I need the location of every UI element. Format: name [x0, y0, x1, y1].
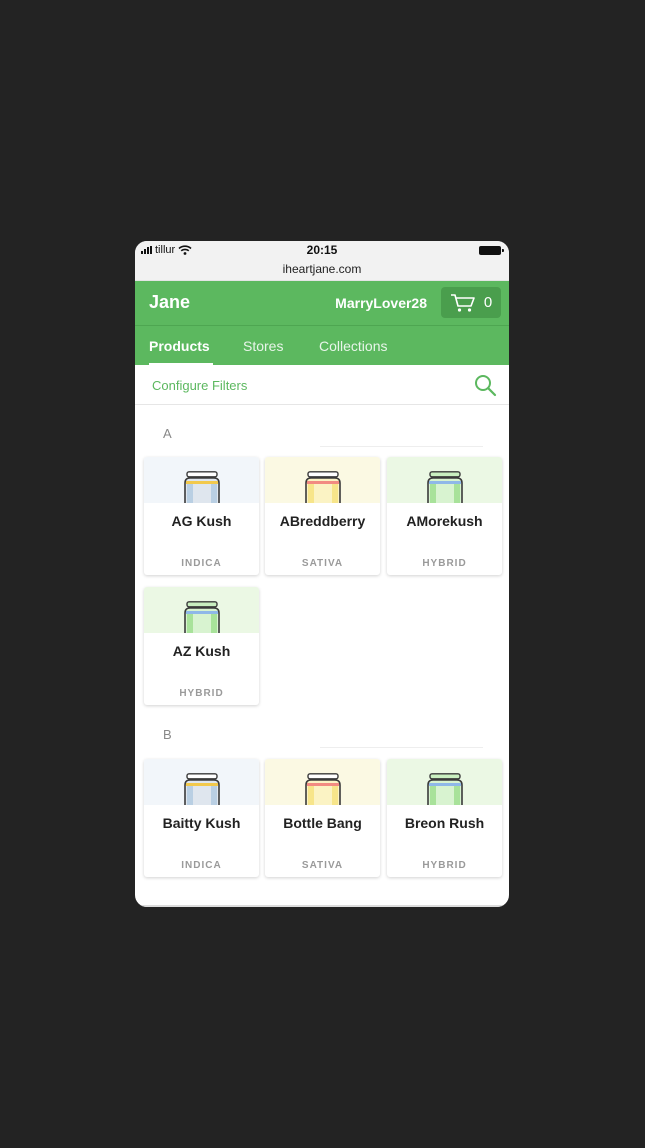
tab-bar: Products Stores Collections — [135, 325, 509, 365]
username-link[interactable]: MarryLover28 — [335, 295, 427, 311]
card-image-band — [144, 587, 259, 633]
bottom-edge — [135, 905, 509, 907]
strain-type: INDICA — [181, 860, 222, 871]
product-name: Bottle Bang — [283, 815, 362, 831]
jar-icon — [305, 471, 341, 503]
status-time: 20:15 — [306, 243, 338, 257]
strain-type: INDICA — [181, 558, 222, 569]
product-card[interactable]: AMorekush HYBRID — [387, 457, 502, 575]
brand-logo[interactable]: Jane — [149, 292, 190, 313]
status-bar: tillur 20:15 — [135, 241, 509, 260]
cart-icon — [450, 293, 475, 312]
product-card[interactable]: Breon Rush HYBRID — [387, 759, 502, 877]
configure-filters-button[interactable]: Configure Filters — [152, 378, 247, 393]
tab-stores[interactable]: Stores — [243, 338, 283, 354]
product-name: Baitty Kush — [162, 815, 241, 831]
product-card[interactable]: AZ Kush HYBRID — [144, 587, 259, 705]
strain-type: HYBRID — [179, 688, 224, 699]
product-name: Breon Rush — [404, 815, 485, 831]
card-image-band — [387, 759, 502, 805]
app-header: Jane MarryLover28 0 — [135, 281, 509, 325]
product-card[interactable]: Bottle Bang SATIVA — [265, 759, 380, 877]
strain-type: HYBRID — [422, 558, 467, 569]
battery-icon — [479, 246, 504, 255]
section-letter-a: A — [163, 426, 172, 441]
section-divider — [320, 747, 483, 748]
jar-icon — [427, 471, 463, 503]
filter-bar: Configure Filters — [135, 365, 509, 405]
jar-icon — [184, 601, 220, 633]
jar-icon — [427, 773, 463, 805]
search-icon[interactable] — [473, 373, 497, 397]
section-divider — [320, 446, 483, 447]
phone-frame: tillur 20:15 iheartjane.com Jane MarryLo… — [135, 241, 509, 907]
product-name: AZ Kush — [172, 643, 231, 659]
section-letter-b: B — [163, 727, 172, 742]
card-image-band — [144, 457, 259, 503]
card-image-band — [144, 759, 259, 805]
jar-icon — [305, 773, 341, 805]
product-name: AG Kush — [171, 513, 232, 529]
strain-type: SATIVA — [301, 558, 344, 569]
product-name: ABreddberry — [279, 513, 366, 529]
product-name: AMorekush — [406, 513, 483, 529]
card-image-band — [265, 759, 380, 805]
jar-icon — [184, 471, 220, 503]
jar-icon — [184, 773, 220, 805]
product-card[interactable]: ABreddberry SATIVA — [265, 457, 380, 575]
product-card[interactable]: Baitty Kush INDICA — [144, 759, 259, 877]
product-card[interactable]: AG Kush INDICA — [144, 457, 259, 575]
strain-type: SATIVA — [301, 860, 344, 871]
card-image-band — [265, 457, 380, 503]
strain-type: HYBRID — [422, 860, 467, 871]
tab-collections[interactable]: Collections — [319, 338, 387, 354]
cart-count: 0 — [483, 294, 493, 311]
cart-button[interactable]: 0 — [441, 287, 501, 318]
url-bar[interactable]: iheartjane.com — [135, 260, 509, 281]
card-image-band — [387, 457, 502, 503]
tab-products[interactable]: Products — [149, 338, 210, 354]
